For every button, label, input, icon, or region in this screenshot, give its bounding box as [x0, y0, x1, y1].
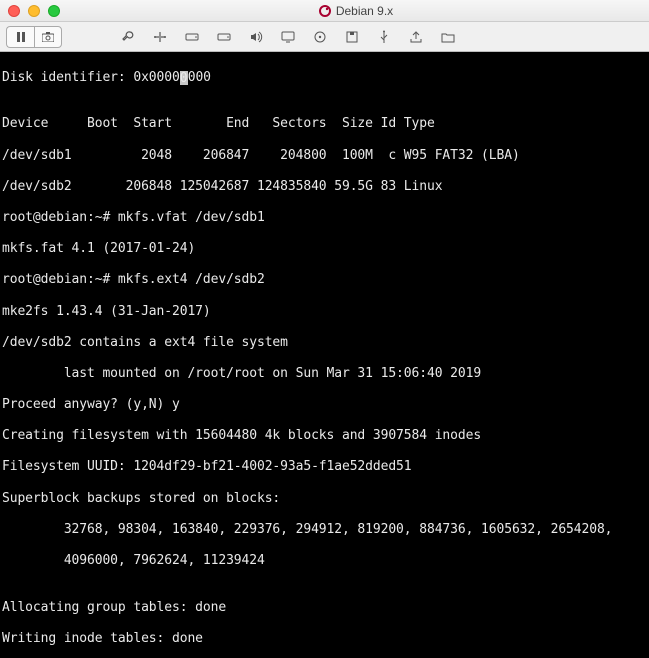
terminal-line: 32768, 98304, 163840, 229376, 294912, 81…	[0, 522, 649, 538]
terminal-line: mke2fs 1.43.4 (31-Jan-2017)	[0, 304, 649, 320]
toolbar	[0, 22, 649, 52]
usb-icon[interactable]	[374, 27, 394, 47]
window-title: Debian 9.x	[70, 4, 641, 18]
terminal[interactable]: Disk identifier: 0x00000000 Device Boot …	[0, 52, 649, 658]
zoom-icon[interactable]	[48, 5, 60, 17]
terminal-line: Superblock backups stored on blocks:	[0, 491, 649, 507]
device-icons	[118, 27, 458, 47]
folder-icon[interactable]	[438, 27, 458, 47]
terminal-line: Creating filesystem with 15604480 4k blo…	[0, 428, 649, 444]
terminal-line: mkfs.fat 4.1 (2017-01-24)	[0, 241, 649, 257]
window-title-text: Debian 9.x	[336, 4, 393, 18]
minimize-icon[interactable]	[28, 5, 40, 17]
terminal-line: root@debian:~# mkfs.vfat /dev/sdb1	[0, 210, 649, 226]
display-icon[interactable]	[278, 27, 298, 47]
terminal-line: Device Boot Start End Sectors Size Id Ty…	[0, 116, 649, 132]
titlebar: Debian 9.x	[0, 0, 649, 22]
harddisk-b-icon[interactable]	[214, 27, 234, 47]
terminal-line: Proceed anyway? (y,N) y	[0, 397, 649, 413]
snapshot-button[interactable]	[34, 26, 62, 48]
harddisk-a-icon[interactable]	[182, 27, 202, 47]
terminal-line: /dev/sdb2 contains a ext4 file system	[0, 335, 649, 351]
terminal-line: Allocating group tables: done	[0, 600, 649, 616]
terminal-line: root@debian:~# mkfs.ext4 /dev/sdb2	[0, 272, 649, 288]
terminal-line: /dev/sdb1 2048 206847 204800 100M c W95 …	[0, 148, 649, 164]
terminal-line: /dev/sdb2 206848 125042687 124835840 59.…	[0, 179, 649, 195]
network-icon[interactable]	[150, 27, 170, 47]
close-icon[interactable]	[8, 5, 20, 17]
traffic-lights	[8, 5, 60, 17]
wrench-icon[interactable]	[118, 27, 138, 47]
terminal-line: last mounted on /root/root on Sun Mar 31…	[0, 366, 649, 382]
terminal-line: 4096000, 7962624, 11239424	[0, 553, 649, 569]
floppy-icon[interactable]	[342, 27, 362, 47]
playback-group	[6, 26, 62, 48]
pause-button[interactable]	[6, 26, 34, 48]
debian-icon	[318, 4, 332, 18]
share-icon[interactable]	[406, 27, 426, 47]
terminal-line: Disk identifier: 0x00000000	[0, 70, 649, 86]
terminal-line: Writing inode tables: done	[0, 631, 649, 647]
terminal-line: Filesystem UUID: 1204df29-bf21-4002-93a5…	[0, 459, 649, 475]
sound-icon[interactable]	[246, 27, 266, 47]
optical-icon[interactable]	[310, 27, 330, 47]
